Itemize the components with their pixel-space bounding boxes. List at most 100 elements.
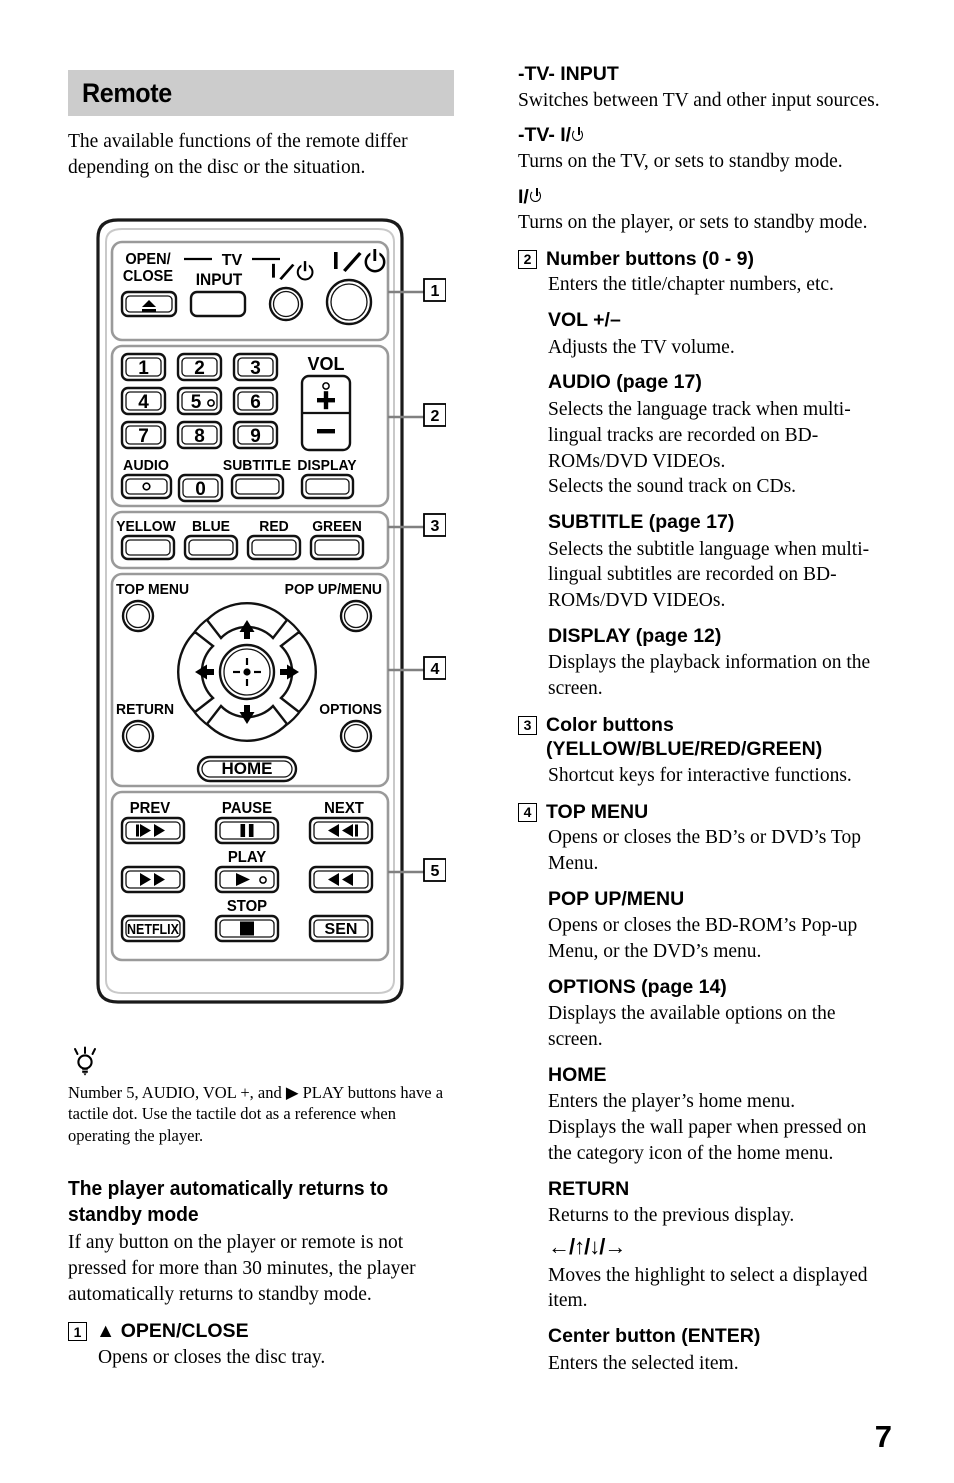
standby-body: If any button on the player or remote is… [68,1232,416,1305]
svg-text:2: 2 [194,358,205,379]
entry-title-vol: VOL +/– [548,309,621,332]
entry-body-color-buttons: Shortcut keys for interactive functions. [548,764,852,786]
power-icon [529,188,545,205]
entry-tv-input: -TV- INPUT Switches between TV and other… [518,62,888,113]
tip-text: Number 5, AUDIO, VOL +, and ▶ PLAY butto… [68,1083,444,1145]
standby-heading-line2: standby mode [68,1202,199,1226]
entry-body-display: Displays the playback information on the… [548,652,871,700]
svg-text:8: 8 [194,426,205,447]
entry-home: HOME [548,1063,888,1088]
svg-text:0: 0 [195,479,206,500]
svg-text:BLUE: BLUE [192,519,230,536]
section-intro: The available functions of the remote di… [68,131,408,178]
entry-audio: AUDIO (page 17) [548,370,888,395]
remote-diagram: .bodyOutline { fill:#fff; stroke:#1a1a1a… [86,212,446,1012]
left-column-lower: Number 5, AUDIO, VOL +, and ▶ PLAY butto… [68,1046,458,1371]
entry-return: RETURN [548,1177,888,1202]
svg-text:6: 6 [250,392,261,413]
entry-body-arrows: Moves the highlight to select a displaye… [548,1264,868,1312]
entry-title-number-buttons: Number buttons (0 - 9) [546,247,754,270]
svg-text:TV: TV [222,252,243,269]
entry-body-open-close: Opens or closes the disc tray. [98,1346,326,1368]
svg-text:4: 4 [431,661,440,678]
entry-title-tv-input: -TV- INPUT [518,63,619,85]
svg-text:POP UP/MENU: POP UP/MENU [285,582,382,599]
svg-text:1: 1 [138,358,149,379]
entry-arrows: ←/↑/↓/→ [548,1233,888,1261]
entry-title-color-buttons: Color buttons (YELLOW/BLUE/RED/GREEN) [546,713,823,761]
entry-open-close: 1 ▲ OPEN/CLOSE [68,1319,458,1345]
entry-tv-power: -TV- I/ Turns on the TV, or sets to stan… [518,123,888,174]
tip-bulb-icon [74,1046,96,1076]
svg-text:3: 3 [250,358,261,379]
callout-number-3: 3 [518,715,537,735]
svg-text:AUDIO: AUDIO [123,458,169,474]
svg-text:INPUT: INPUT [196,272,243,290]
entry-body-top-menu: Opens or closes the BD’s or DVD’s Top Me… [548,827,861,874]
svg-text:SUBTITLE: SUBTITLE [223,458,291,475]
svg-text:5: 5 [431,863,440,880]
svg-text:4: 4 [138,392,149,413]
svg-text:RETURN: RETURN [116,702,174,719]
entry-color-buttons: 3 Color buttons (YELLOW/BLUE/RED/GREEN) [518,713,888,763]
entry-title-home: HOME [548,1063,607,1086]
entry-title-center-button: Center button (ENTER) [548,1324,761,1347]
manual-page: Remote The available functions of the re… [0,0,954,1483]
entry-body-subtitle: Selects the subtitle language when multi… [548,538,870,612]
svg-text:7: 7 [138,426,149,447]
svg-text:1: 1 [431,283,440,300]
entry-body-center-button: Enters the selected item. [548,1352,739,1374]
power-icon [571,126,587,143]
entry-body-return: Returns to the previous display. [548,1205,795,1227]
entry-title-player-power: I/ [518,185,888,210]
entry-title-display: DISPLAY (page 12) [548,624,722,647]
svg-text:TOP MENU: TOP MENU [116,582,189,599]
entry-display: DISPLAY (page 12) [548,624,888,649]
entry-body-number-buttons: Enters the title/chapter numbers, etc. [548,274,834,296]
entry-title-return: RETURN [548,1177,630,1200]
svg-text:2: 2 [431,408,440,425]
entry-pop-up-menu: POP UP/MENU [548,887,888,912]
entry-body-pop-up-menu: Opens or closes the BD-ROM’s Pop-up Menu… [548,915,858,962]
svg-text:5: 5 [191,392,202,413]
svg-text:RED: RED [259,519,288,536]
entry-body-vol: Adjusts the TV volume. [548,336,735,358]
entry-title-options: OPTIONS (page 14) [548,975,727,998]
svg-text:SEN: SEN [325,921,358,938]
svg-text:OPTIONS: OPTIONS [319,702,382,719]
svg-text:YELLOW: YELLOW [116,519,176,536]
svg-text:DISPLAY: DISPLAY [297,458,356,475]
svg-text:PAUSE: PAUSE [222,800,272,818]
svg-text:CLOSE: CLOSE [123,268,173,286]
entry-title-audio: AUDIO (page 17) [548,371,702,394]
svg-text:OPEN/: OPEN/ [125,251,171,269]
standby-heading-line1: The player automatically returns to [68,1177,389,1201]
svg-text:PREV: PREV [130,800,171,818]
svg-text:STOP: STOP [227,898,267,916]
right-column: -TV- INPUT Switches between TV and other… [518,62,888,1376]
svg-text:HOME: HOME [222,759,273,778]
entry-body-options: Displays the available options on the sc… [548,1003,836,1050]
entry-body-audio: Selects the language track when multi-li… [548,399,851,498]
svg-text:3: 3 [431,518,440,535]
entry-top-menu: 4 TOP MENU [518,800,888,826]
entry-body-tv-input: Switches between TV and other input sour… [518,89,880,111]
entry-player-power: I/ Turns on the player, or sets to stand… [518,185,888,236]
entry-number-buttons: 2 Number buttons (0 - 9) [518,247,888,273]
svg-text:GREEN: GREEN [312,519,362,536]
callout-number-4: 4 [518,802,537,822]
entry-options: OPTIONS (page 14) [548,975,888,1000]
entry-title-open-close: ▲ OPEN/CLOSE [96,1320,249,1343]
entry-title-pop-up-menu: POP UP/MENU [548,887,685,910]
svg-text:PLAY: PLAY [228,849,267,867]
entry-body-player-power: Turns on the player, or sets to standby … [518,212,868,234]
entry-title-top-menu: TOP MENU [546,800,649,823]
page-number: 7 [874,1419,892,1454]
entry-body-tv-power: Turns on the TV, or sets to standby mode… [518,150,843,172]
svg-text:NEXT: NEXT [324,800,364,818]
entry-subtitle: SUBTITLE (page 17) [548,510,888,535]
callout-number-1: 1 [68,1322,87,1342]
page-title: Remote [82,77,172,108]
svg-text:VOL: VOL [307,354,344,374]
entry-title-tv-power: -TV- I/ [518,123,888,148]
